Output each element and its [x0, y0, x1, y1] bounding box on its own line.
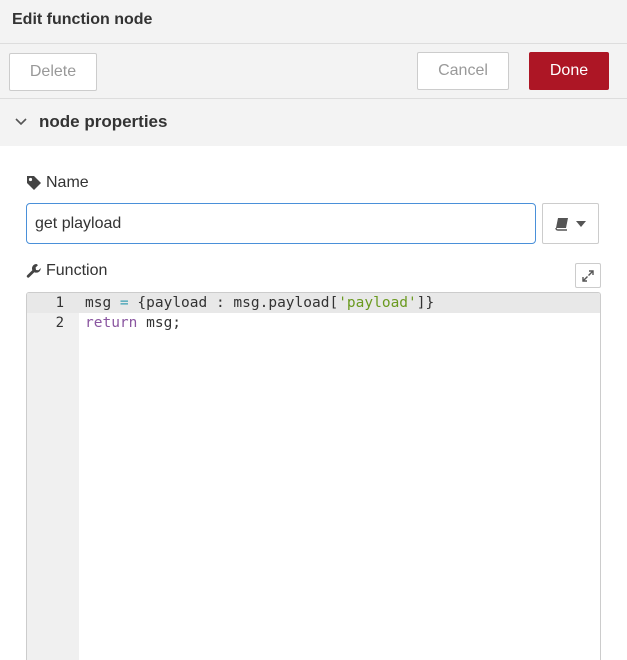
code-token: msg	[85, 295, 112, 311]
function-label: Function	[26, 262, 107, 280]
section-title: node properties	[39, 112, 168, 131]
expand-icon	[582, 269, 594, 282]
library-button[interactable]	[542, 203, 599, 244]
line-number: 2	[55, 315, 64, 331]
name-label-text: Name	[46, 174, 89, 191]
name-label: Name	[26, 174, 89, 192]
code-token-operator: =	[111, 295, 138, 311]
code-token-keyword: return	[85, 315, 138, 331]
done-button[interactable]: Done	[529, 52, 609, 90]
code-editor[interactable]: 1 2 msg = {payload : msg.payload['payloa…	[26, 292, 601, 660]
code-line-1[interactable]: msg = {payload : msg.payload['payload']}	[85, 293, 434, 313]
expand-editor-button[interactable]	[575, 263, 601, 288]
wrench-icon	[26, 263, 41, 278]
line-number: 1	[55, 295, 64, 311]
code-token: msg;	[137, 315, 182, 331]
node-properties-form: Name Function 1 2 msg = {payload : msg.p…	[0, 146, 627, 660]
dialog-title: Edit function node	[12, 11, 153, 28]
delete-button[interactable]: Delete	[9, 53, 97, 91]
code-token-string: 'payload'	[338, 295, 417, 311]
caret-down-icon	[575, 220, 586, 227]
code-line-2[interactable]: return msg;	[85, 313, 181, 333]
code-token: ]}	[416, 295, 435, 311]
chevron-down-icon	[15, 118, 27, 126]
cancel-button[interactable]: Cancel	[417, 52, 509, 90]
dialog-toolbar: Delete Cancel Done	[0, 44, 627, 99]
name-input[interactable]	[26, 203, 536, 244]
book-icon	[554, 217, 568, 231]
code-token: {payload : msg.payload[	[137, 295, 339, 311]
tag-icon	[27, 176, 41, 190]
function-label-text: Function	[46, 262, 108, 279]
dialog-header: Edit function node	[0, 0, 627, 44]
editor-gutter	[27, 293, 79, 660]
node-properties-section-header[interactable]: node properties	[0, 99, 627, 146]
